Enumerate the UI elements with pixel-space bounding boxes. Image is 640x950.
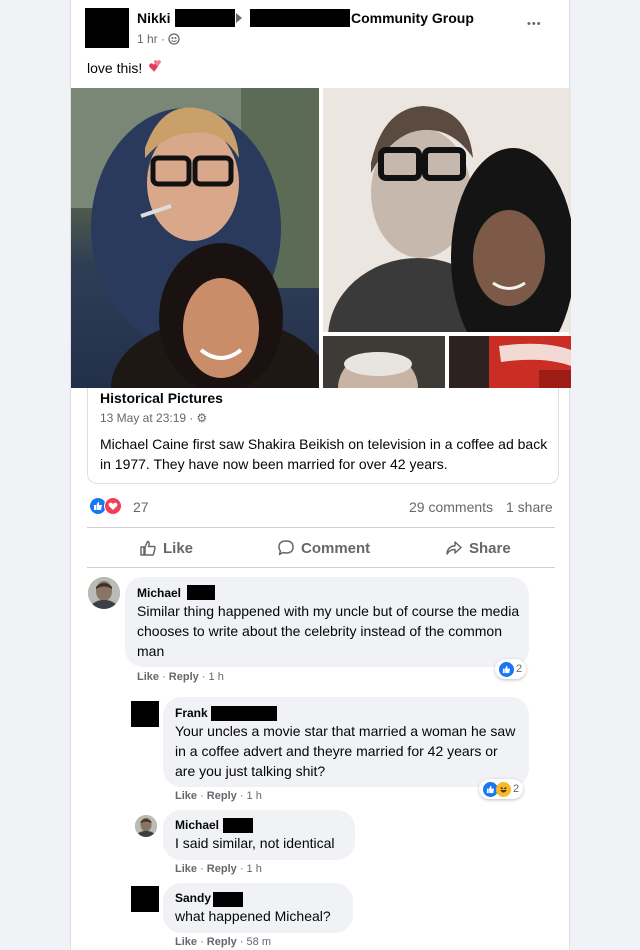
comment-time[interactable]: 1 h bbox=[209, 671, 224, 683]
avatar[interactable] bbox=[135, 815, 157, 837]
comment-reaction-count: 2 bbox=[516, 663, 523, 675]
comment-reply-link[interactable]: Reply bbox=[169, 671, 199, 683]
name-redaction bbox=[187, 585, 215, 600]
comment-text: Your uncles a movie star that married a … bbox=[175, 723, 516, 779]
couple-color-photo bbox=[71, 88, 319, 388]
post-text: love this! bbox=[87, 60, 164, 76]
name-redaction bbox=[223, 818, 253, 833]
comment-reaction-count: 2 bbox=[513, 783, 520, 795]
shared-time: 13 May at 23:19 · bbox=[100, 411, 194, 425]
comment-actions: Like · Reply · 1 h bbox=[175, 863, 262, 875]
haha-reaction-icon bbox=[496, 781, 511, 797]
share-arrow-icon bbox=[446, 541, 462, 555]
shared-text: Michael Caine first saw Shakira Beikish … bbox=[100, 436, 548, 472]
comment-reply-link[interactable]: Reply bbox=[207, 936, 237, 948]
comment-reply-link[interactable]: Reply bbox=[207, 790, 237, 802]
group-name[interactable]: Community Group bbox=[351, 10, 474, 26]
comment-like-link[interactable]: Like bbox=[175, 863, 197, 875]
author-name[interactable]: Nikki bbox=[137, 10, 170, 26]
audience-icon bbox=[168, 33, 180, 45]
shared-photo-small-right[interactable] bbox=[449, 336, 571, 388]
share-count[interactable]: 1 share bbox=[506, 499, 553, 515]
reaction-icons[interactable] bbox=[89, 497, 129, 517]
divider-top bbox=[87, 527, 555, 528]
more-options-button[interactable]: ••• bbox=[527, 18, 542, 30]
shared-photo-main[interactable] bbox=[71, 88, 319, 388]
comment-actions: Like · Reply · 58 m bbox=[175, 936, 272, 948]
comment-author[interactable]: Sandy bbox=[175, 891, 211, 905]
author-avatar[interactable] bbox=[85, 8, 129, 48]
comment-actions: Like · Reply · 1 h bbox=[137, 671, 224, 683]
avatar-photo bbox=[135, 815, 157, 837]
comment-reply-link[interactable]: Reply bbox=[207, 863, 237, 875]
avatar[interactable] bbox=[131, 701, 159, 727]
comment-like-link[interactable]: Like bbox=[175, 936, 197, 948]
arrow-right-icon bbox=[236, 13, 242, 23]
love-reaction-icon bbox=[104, 497, 122, 515]
shared-page-name[interactable]: Historical Pictures bbox=[100, 390, 223, 406]
comment-like-link[interactable]: Like bbox=[175, 790, 197, 802]
comment-author[interactable]: Frank bbox=[175, 706, 208, 720]
comment-text: what happened Micheal? bbox=[175, 908, 331, 924]
divider-bottom bbox=[87, 567, 555, 568]
post-card: Nikki Community Group 1 hr · ••• love th… bbox=[70, 0, 571, 950]
comment-bubble-icon bbox=[278, 540, 294, 556]
avatar-photo bbox=[88, 577, 120, 609]
comment-author[interactable]: Michael bbox=[175, 818, 219, 832]
reaction-count[interactable]: 27 bbox=[133, 499, 149, 515]
man-photo-crop bbox=[323, 336, 445, 388]
post-timestamp[interactable]: 1 hr · bbox=[137, 32, 180, 46]
red-object-photo bbox=[449, 336, 571, 388]
like-button-label: Like bbox=[163, 539, 194, 557]
comment-time[interactable]: 1 h bbox=[247, 790, 262, 802]
comment-like-link[interactable]: Like bbox=[137, 671, 159, 683]
comment-button-label: Comment bbox=[301, 539, 371, 557]
post-time: 1 hr · bbox=[137, 32, 166, 46]
like-reaction-icon bbox=[499, 661, 514, 677]
comment-text: I said similar, not identical bbox=[175, 835, 335, 851]
shared-photo-bw[interactable] bbox=[323, 88, 571, 332]
comment-reactions[interactable]: 2 bbox=[495, 659, 527, 679]
name-redaction bbox=[213, 892, 243, 907]
shared-timestamp[interactable]: 13 May at 23:19 · ⚙ bbox=[100, 411, 207, 425]
like-button[interactable]: Like bbox=[139, 539, 193, 557]
comment-reactions[interactable]: 2 bbox=[479, 779, 524, 799]
share-button[interactable]: Share bbox=[445, 539, 511, 557]
comment-actions: Like · Reply · 1 h bbox=[175, 790, 262, 802]
share-button-label: Share bbox=[469, 539, 511, 557]
comment-count[interactable]: 29 comments bbox=[409, 499, 493, 515]
author-name-redaction bbox=[175, 9, 235, 27]
shared-photo-small-left[interactable] bbox=[323, 336, 445, 388]
avatar[interactable] bbox=[88, 577, 120, 609]
gear-icon: ⚙ bbox=[196, 411, 208, 425]
thumbs-up-icon bbox=[140, 540, 156, 556]
comment-button[interactable]: Comment bbox=[277, 539, 370, 557]
name-redaction bbox=[211, 706, 277, 721]
avatar[interactable] bbox=[131, 886, 159, 912]
comment-time[interactable]: 58 m bbox=[247, 936, 271, 948]
comment-time[interactable]: 1 h bbox=[247, 863, 262, 875]
two-hearts-icon bbox=[149, 60, 162, 72]
post-text-content: love this! bbox=[87, 60, 143, 76]
group-name-redaction bbox=[250, 9, 350, 27]
comment-text: Similar thing happened with my uncle but… bbox=[137, 603, 520, 659]
comment-author[interactable]: Michael bbox=[137, 586, 181, 600]
couple-bw-photo bbox=[323, 88, 571, 332]
